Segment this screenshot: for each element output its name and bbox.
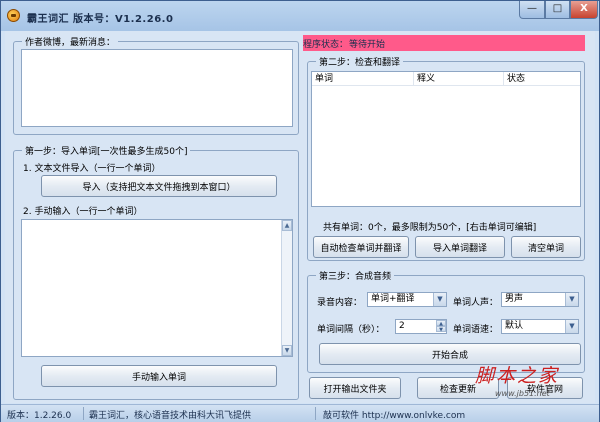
- manual-input-scrollbar[interactable]: ▲ ▼: [281, 220, 292, 356]
- client-area: 作者微博，最新消息： 第一步：导入单词[一次性最多生成50个] 1. 文本文件导…: [5, 31, 595, 403]
- column-header-meaning[interactable]: 释义: [414, 72, 504, 86]
- news-content-box[interactable]: [21, 49, 293, 127]
- chevron-down-icon[interactable]: ▼: [565, 293, 578, 306]
- chevron-down-icon[interactable]: ▼: [565, 320, 578, 333]
- window-title: 霸王词汇 版本号：V1.2.26.0: [27, 14, 174, 25]
- column-header-status[interactable]: 状态: [504, 72, 580, 86]
- status-separator: [83, 407, 84, 420]
- status-separator: [315, 407, 316, 420]
- voice-label: 单词人声：: [453, 298, 499, 308]
- word-count-summary: 共有单词：0个，最多限制为50个，[右击单词可编辑]: [323, 223, 537, 233]
- manual-input-textarea[interactable]: ▲ ▼: [21, 219, 293, 357]
- manual-input-label: 2. 手动输入（一行一个单词）: [23, 207, 143, 217]
- import-file-button[interactable]: 导入（支持把文本文件拖拽到本窗口）: [41, 175, 277, 197]
- voice-value: 男声: [505, 294, 524, 304]
- scroll-up-icon[interactable]: ▲: [282, 220, 292, 231]
- speed-select[interactable]: 默认 ▼: [501, 319, 579, 334]
- speed-label: 单词语速：: [453, 325, 499, 335]
- speed-value: 默认: [505, 321, 524, 331]
- stepper-down-icon[interactable]: ▼: [436, 326, 446, 333]
- interval-value: 2: [399, 321, 405, 331]
- watermark-url: www.jb51.net: [495, 389, 550, 398]
- close-button[interactable]: X: [570, 1, 598, 19]
- open-output-folder-button[interactable]: 打开输出文件夹: [309, 377, 401, 399]
- version-text: 版本：1.2.26.0: [7, 411, 72, 421]
- status-bar: 版本：1.2.26.0 霸王词汇，核心语音技术由科大讯飞提供 敲可软件 http…: [1, 404, 599, 422]
- status-label: 程序状态：: [303, 40, 349, 50]
- step3-group-label: 第三步：合成音频: [319, 272, 392, 282]
- import-translate-button[interactable]: 导入单词翻译: [415, 236, 505, 258]
- news-group-label: 作者微博，最新消息：: [25, 38, 116, 48]
- credit-text: 霸王词汇，核心语音技术由科大讯飞提供: [89, 411, 252, 421]
- clear-words-button[interactable]: 清空单词: [511, 236, 581, 258]
- record-content-select[interactable]: 单词+翻译 ▼: [367, 292, 447, 307]
- program-status-bar: 程序状态： 等待开始: [303, 35, 585, 51]
- step1-group-label: 第一步：导入单词[一次性最多生成50个]: [25, 147, 188, 157]
- app-window: 霸王词汇 版本号：V1.2.26.0 — □ X 作者微博，最新消息： 第一步：…: [0, 0, 600, 422]
- record-content-label: 录音内容：: [317, 298, 363, 308]
- step2-group-label: 第二步：检查和翻译: [319, 58, 401, 68]
- interval-label: 单词间隔（秒）：: [317, 325, 385, 335]
- voice-select[interactable]: 男声 ▼: [501, 292, 579, 307]
- word-list[interactable]: 单词 释义 状态: [311, 71, 581, 207]
- record-content-value: 单词+翻译: [371, 294, 415, 304]
- interval-stepper[interactable]: 2 ▲ ▼: [395, 319, 447, 334]
- file-import-label: 1. 文本文件导入（一行一个单词）: [23, 164, 161, 174]
- scroll-down-icon[interactable]: ▼: [282, 345, 292, 356]
- company-link[interactable]: 敲可软件 http://www.onlvke.com: [323, 408, 465, 421]
- title-bar[interactable]: 霸王词汇 版本号：V1.2.26.0 — □ X: [1, 1, 599, 31]
- stepper-arrows[interactable]: ▲ ▼: [436, 320, 446, 333]
- app-logo-icon: [7, 9, 20, 22]
- manual-input-button[interactable]: 手动输入单词: [41, 365, 277, 387]
- auto-check-translate-button[interactable]: 自动检查单词并翻译: [313, 236, 409, 258]
- column-header-word[interactable]: 单词: [312, 72, 414, 86]
- chevron-down-icon[interactable]: ▼: [433, 293, 446, 306]
- status-value: 等待开始: [349, 40, 386, 50]
- maximize-button[interactable]: □: [545, 1, 570, 19]
- watermark-text: 脚本之家: [475, 365, 560, 387]
- minimize-button[interactable]: —: [519, 1, 545, 19]
